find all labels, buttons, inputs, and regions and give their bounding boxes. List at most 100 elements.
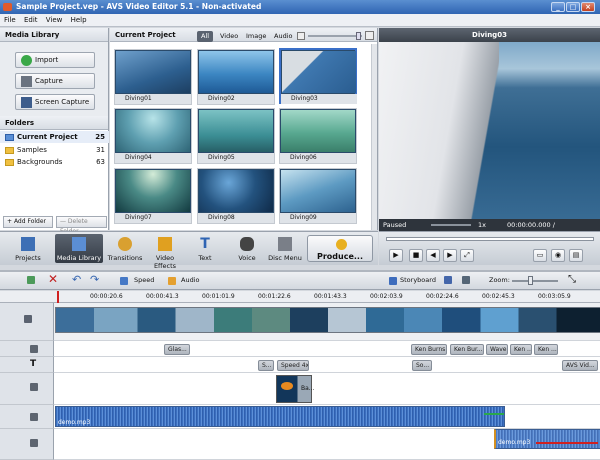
playhead[interactable] bbox=[57, 291, 59, 303]
media-thumb[interactable]: Diving08 bbox=[197, 168, 275, 224]
large-thumbs-icon[interactable] bbox=[365, 31, 374, 40]
maximize-button[interactable]: □ bbox=[566, 2, 580, 12]
text-button[interactable]: T Text bbox=[190, 234, 220, 263]
fullscreen-button[interactable]: ⤢ bbox=[460, 249, 474, 262]
previous-frame-button[interactable]: ◀ bbox=[426, 249, 440, 262]
filter-video[interactable]: Video bbox=[216, 31, 242, 42]
menu-file[interactable]: File bbox=[4, 16, 16, 24]
effect-clip[interactable]: Ken Burns bbox=[411, 344, 447, 355]
effects-track: Glas... Ken Burns Ken Bur... Wave Ken ..… bbox=[54, 341, 600, 357]
ruler-tick: 00:03:05.9 bbox=[538, 293, 571, 300]
settings-button[interactable]: ▤ bbox=[569, 249, 583, 262]
media-thumb[interactable]: Diving06 bbox=[279, 108, 357, 164]
zoom-slider[interactable] bbox=[512, 280, 558, 282]
media-thumb[interactable]: Diving07 bbox=[114, 168, 192, 224]
zoom-handle[interactable] bbox=[528, 276, 533, 285]
delete-folder-button[interactable]: — Delete Folder bbox=[56, 216, 107, 235]
music-clip-label: demo.mp3 bbox=[498, 439, 531, 446]
title-bar: Sample Project.vep - AVS Video Editor 5.… bbox=[0, 0, 600, 14]
storyboard-button[interactable]: Storyboard bbox=[400, 275, 436, 286]
filter-all[interactable]: All bbox=[197, 31, 214, 42]
folders-title: Folders bbox=[0, 116, 108, 130]
media-thumb[interactable]: Diving04 bbox=[114, 108, 192, 164]
audio-clip-label: demo.mp3 bbox=[58, 419, 91, 426]
film-icon bbox=[24, 315, 32, 323]
small-thumbs-icon[interactable] bbox=[297, 32, 305, 40]
display-icon[interactable] bbox=[462, 276, 470, 284]
text-track-icon: T bbox=[30, 359, 37, 369]
import-button[interactable]: Import bbox=[15, 52, 95, 68]
media-thumb[interactable]: Diving05 bbox=[197, 108, 275, 164]
thumb-size-slider[interactable] bbox=[308, 35, 362, 37]
video-effects-button[interactable]: Video Effects bbox=[145, 234, 185, 270]
media-thumb[interactable]: Diving01 bbox=[114, 49, 192, 105]
overlay-clip[interactable]: Ba... bbox=[276, 375, 315, 403]
transitions-button[interactable]: Transitions bbox=[107, 234, 143, 263]
effect-clip[interactable]: Wave bbox=[486, 344, 508, 355]
trim-icon[interactable] bbox=[27, 276, 35, 284]
volume-line bbox=[484, 413, 504, 415]
voice-record-icon[interactable] bbox=[444, 276, 452, 284]
audio-button[interactable]: Audio bbox=[181, 275, 199, 286]
filter-image[interactable]: Image bbox=[242, 31, 270, 42]
menu-view[interactable]: View bbox=[46, 16, 63, 24]
speed-slider[interactable] bbox=[431, 224, 471, 226]
stop-button[interactable]: ■ bbox=[409, 249, 423, 262]
monitor-button[interactable]: ▭ bbox=[533, 249, 547, 262]
effect-clip[interactable]: Ken ... bbox=[534, 344, 558, 355]
speed-icon bbox=[120, 277, 128, 285]
folder-samples[interactable]: Samples 31 bbox=[0, 144, 109, 156]
seek-bar[interactable] bbox=[386, 237, 594, 241]
media-library-button[interactable]: Media Library bbox=[55, 234, 103, 263]
folders-panel: Folders Current Project 25 Samples 31 Back… bbox=[0, 116, 109, 230]
text-clip[interactable]: Speed 4x bbox=[277, 360, 309, 371]
text-clip[interactable]: S... bbox=[258, 360, 274, 371]
video-clips-strip[interactable] bbox=[55, 307, 600, 333]
project-folder-icon bbox=[5, 133, 14, 141]
fit-timeline-icon[interactable]: ⤡ bbox=[568, 274, 576, 285]
media-thumb[interactable]: Diving09 bbox=[279, 168, 357, 224]
speed-button[interactable]: Speed bbox=[134, 275, 154, 286]
thumb-size-handle[interactable] bbox=[356, 32, 361, 40]
effect-clip[interactable]: Glas... bbox=[164, 344, 190, 355]
minimize-button[interactable]: _ bbox=[551, 2, 565, 12]
ruler-tick: 00:02:24.6 bbox=[426, 293, 459, 300]
next-frame-button[interactable]: ▶ bbox=[443, 249, 457, 262]
microphone-icon bbox=[240, 237, 254, 251]
media-library-icon bbox=[72, 237, 86, 251]
audio-clip[interactable]: demo.mp3 bbox=[55, 406, 505, 427]
redo-icon[interactable]: ↷ bbox=[90, 273, 99, 286]
close-button[interactable]: × bbox=[581, 2, 595, 12]
text-clip[interactable]: AVS Vid... bbox=[562, 360, 598, 371]
produce-button[interactable]: Produce... bbox=[307, 235, 373, 262]
media-scrollbar[interactable] bbox=[371, 44, 377, 230]
add-folder-button[interactable]: + Add Folder bbox=[3, 216, 53, 228]
audio-icon bbox=[168, 277, 176, 285]
delete-icon[interactable]: ✕ bbox=[48, 272, 58, 286]
music-clip[interactable]: demo.mp3 bbox=[494, 429, 600, 449]
play-button[interactable]: ▶ bbox=[389, 249, 403, 262]
capture-button[interactable]: Capture bbox=[15, 73, 95, 89]
media-thumb[interactable]: Diving02 bbox=[197, 49, 275, 105]
thumb-label: Diving08 bbox=[198, 213, 274, 223]
folder-backgrounds[interactable]: Backgrounds 63 bbox=[0, 156, 109, 168]
disc-menu-label: Disc Menu bbox=[268, 254, 302, 262]
projects-button[interactable]: Projects bbox=[8, 234, 48, 263]
effect-clip[interactable]: Ken Bur... bbox=[450, 344, 484, 355]
media-thumb-selected[interactable]: Diving03 bbox=[279, 48, 357, 104]
disc-menu-button[interactable]: Disc Menu bbox=[267, 234, 303, 263]
undo-icon[interactable]: ↶ bbox=[72, 273, 81, 286]
text-clip[interactable]: So... bbox=[412, 360, 432, 371]
effect-clip[interactable]: Ken ... bbox=[510, 344, 532, 355]
folder-current-project[interactable]: Current Project 25 bbox=[0, 131, 109, 143]
snapshot-button[interactable]: ◉ bbox=[551, 249, 565, 262]
menu-edit[interactable]: Edit bbox=[24, 16, 38, 24]
folder-icon bbox=[5, 146, 14, 154]
menu-help[interactable]: Help bbox=[71, 16, 87, 24]
voice-label: Voice bbox=[238, 254, 256, 262]
thumb-label: Diving03 bbox=[281, 94, 357, 104]
voice-button[interactable]: Voice bbox=[232, 234, 262, 263]
screen-capture-button[interactable]: Screen Capture bbox=[15, 94, 95, 110]
filter-audio[interactable]: Audio bbox=[270, 31, 296, 42]
audio-track-header bbox=[0, 405, 54, 429]
